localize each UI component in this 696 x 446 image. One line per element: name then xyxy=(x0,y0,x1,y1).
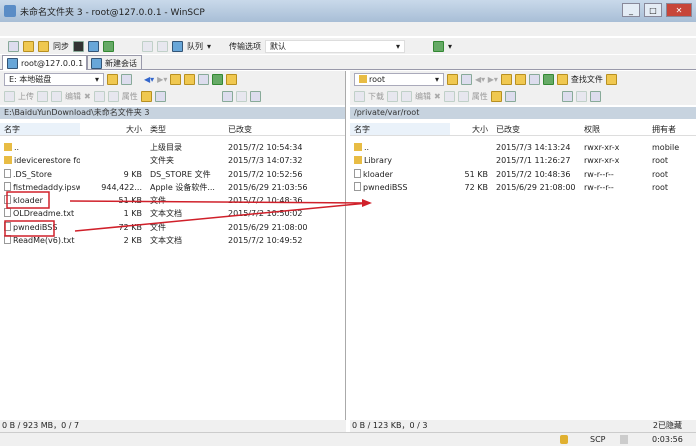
arrow-head xyxy=(362,199,372,207)
annotation-overlay xyxy=(4,191,372,237)
arrow-pwnedibss xyxy=(74,202,369,232)
highlight-pwnedibss xyxy=(4,220,55,237)
highlight-kloader xyxy=(6,191,50,209)
arrow-kloader xyxy=(69,200,369,204)
